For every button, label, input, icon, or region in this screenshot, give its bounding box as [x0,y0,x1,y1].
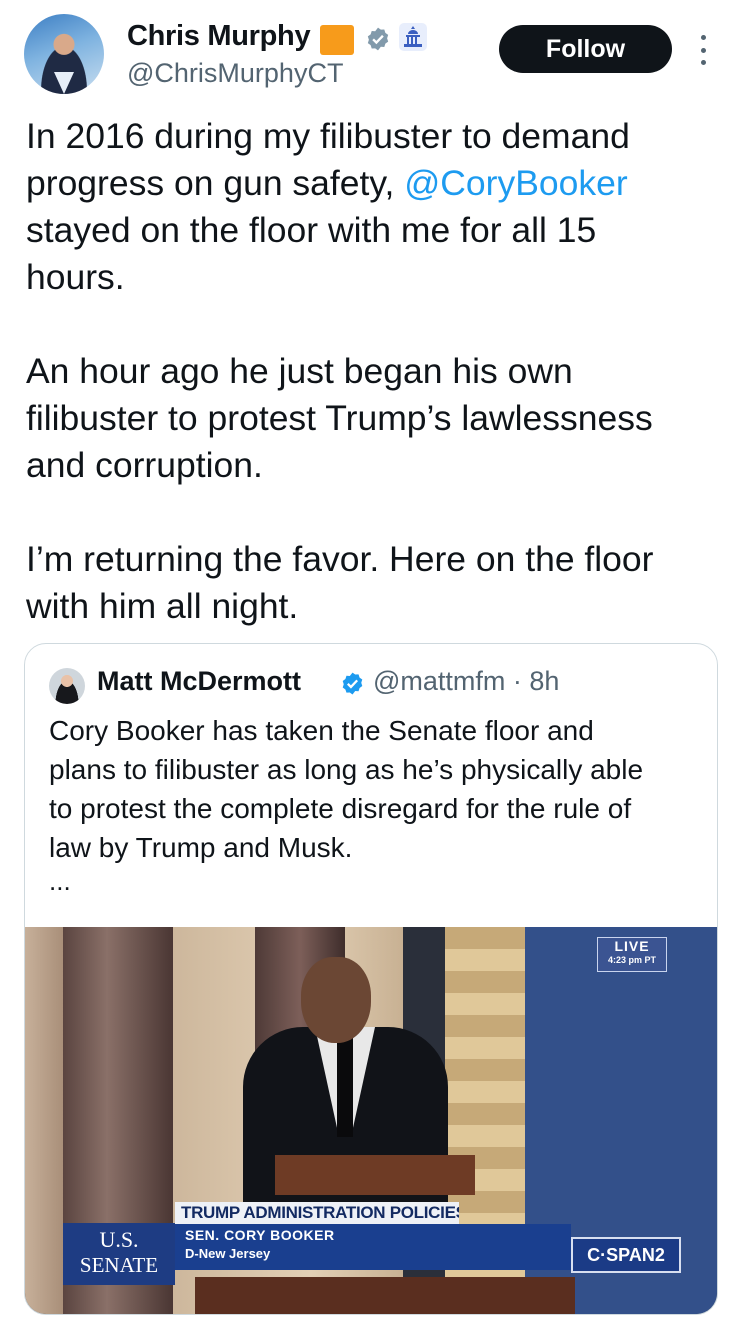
tweet-text-line: progress on gun safety, @CoryBooker [26,160,716,207]
network-logo: C·SPAN2 [571,1237,681,1273]
quoted-tweet-text: Cory Booker has taken the Senate floor a… [49,711,699,867]
orange-square-icon [320,25,354,55]
video-player[interactable]: LIVE 4:23 pm PT TRUMP ADMINISTRATION POL… [25,927,717,1314]
follow-button[interactable]: Follow [499,25,672,73]
tweet-text-line: hours. [26,257,125,297]
tweet-text-fragment: progress on gun safety, [26,163,405,203]
us-senate-logo: U.S. SENATE [63,1223,175,1285]
tweet-text-line: In 2016 during my filibuster to demand [26,116,630,156]
tweet-text-line: stayed on the floor with me for all 15 [26,210,597,250]
quoted-text-line: plans to filibuster as long as he’s phys… [49,754,644,785]
mention-link[interactable]: @CoryBooker [404,163,627,203]
tweet-text-line: with him all night. [26,586,299,626]
verified-badge-icon [342,672,363,695]
verified-badge-icon [367,27,389,51]
show-more-ellipsis[interactable]: ... [49,866,71,896]
author-name[interactable]: Chris Murphy [127,20,311,53]
quoted-tweet-card[interactable]: Matt McDermott @mattmfm · 8h Cory Booker… [24,643,718,1315]
live-badge: LIVE 4:23 pm PT [597,937,667,972]
speaker-lower-third: SEN. CORY BOOKER D-New Jersey [175,1224,571,1270]
capitol-building-icon [399,23,427,51]
tweet-text-line: filibuster to protest Trump’s lawlessnes… [26,398,653,438]
tweet-text-line: I’m returning the favor. Here on the flo… [26,539,654,579]
quoted-text-line: to protest the complete disregard for th… [49,793,632,824]
author-avatar[interactable] [24,14,104,94]
quoted-author-name[interactable]: Matt McDermott [97,666,301,697]
speaker-party: D-New Jersey [185,1246,271,1261]
quoted-text-line: Cory Booker has taken the Senate floor a… [49,715,594,746]
tweet-text-line: and corruption. [26,445,263,485]
more-options-icon[interactable] [696,35,710,65]
author-handle[interactable]: @ChrisMurphyCT [127,58,343,89]
broadcast-topic: TRUMP ADMINISTRATION POLICIES [175,1202,459,1224]
quoted-author-avatar[interactable] [49,668,85,704]
quoted-text-line: law by Trump and Musk. [49,832,353,863]
tweet-text-line: An hour ago he just began his own [26,351,573,391]
podium [275,1155,475,1195]
speaker-name: SEN. CORY BOOKER [185,1227,335,1243]
quoted-handle-time[interactable]: @mattmfm · 8h [373,666,559,697]
